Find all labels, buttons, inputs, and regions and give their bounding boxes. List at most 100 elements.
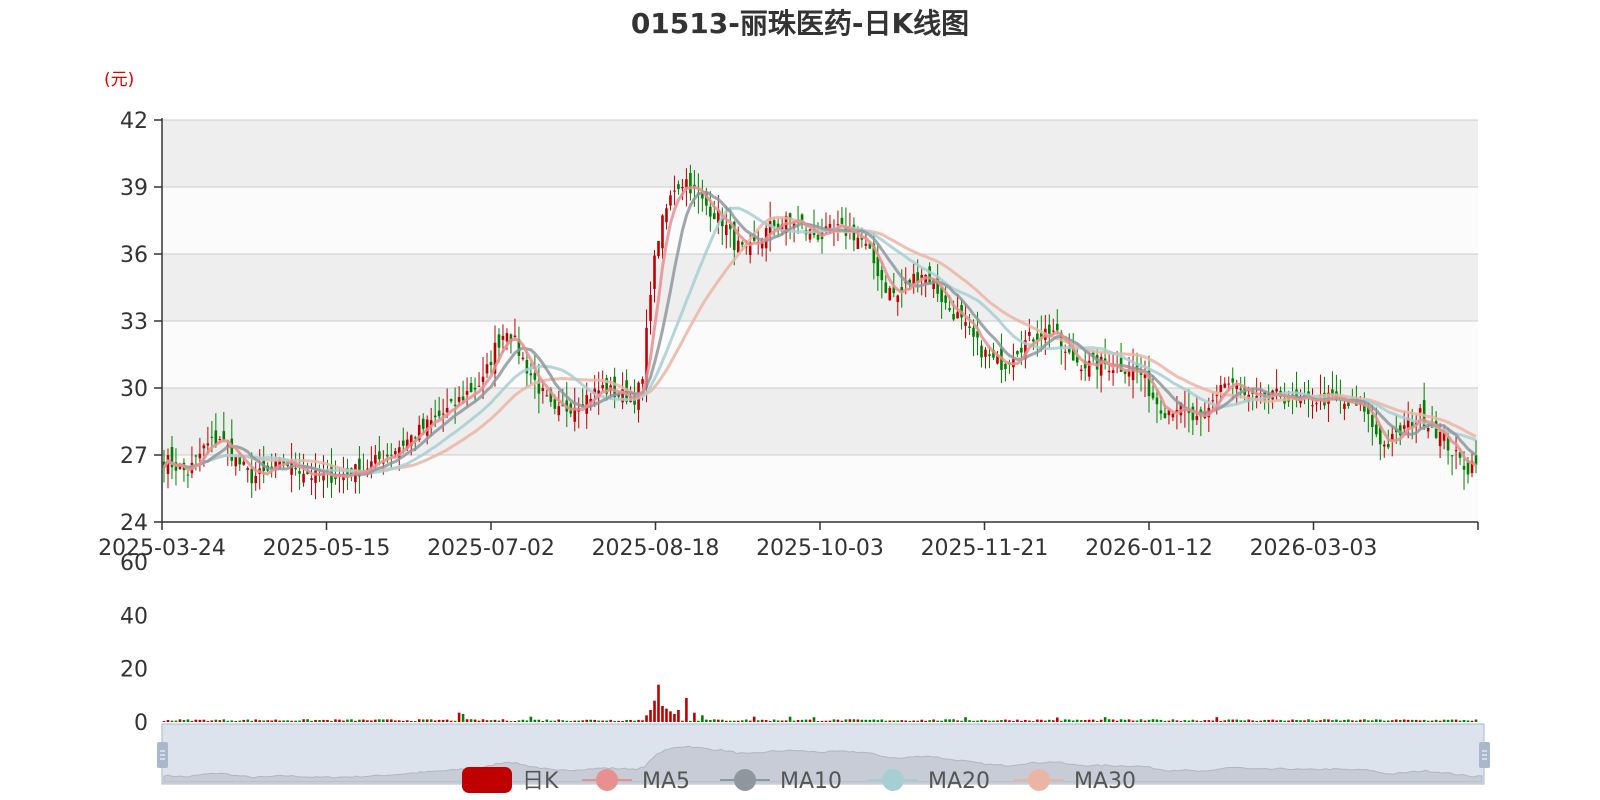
candle-body [928, 266, 931, 284]
volume-bar [689, 720, 692, 722]
candle-body [1402, 425, 1406, 429]
legend-symbol-candle [462, 767, 512, 793]
volume-bar [1299, 720, 1302, 722]
volume-bar [473, 719, 477, 722]
volume-bar [840, 720, 844, 722]
volume-bar [924, 720, 927, 722]
volume-bar [900, 720, 904, 722]
legend-label: MA5 [642, 769, 690, 794]
candle-body [1311, 405, 1314, 407]
candle-body [521, 357, 525, 360]
volume-bar [330, 720, 333, 722]
volume-bar [661, 706, 664, 722]
data-zoom-right-handle[interactable] [1479, 742, 1490, 768]
candle-body [481, 376, 485, 383]
candle-body [513, 335, 517, 338]
volume-bar [1402, 719, 1406, 722]
volume-bar [593, 719, 596, 722]
y-axis-unit: (元) [104, 70, 134, 90]
volume-bar [856, 719, 860, 722]
volume-bar [306, 719, 309, 722]
volume-bar [1024, 719, 1027, 722]
volume-tick-label: 40 [120, 604, 148, 629]
legend-item-ma30[interactable]: MA30 [1014, 769, 1136, 794]
volume-bar [816, 721, 820, 722]
volume-bar [780, 720, 784, 722]
legend-item-日k[interactable]: 日K [462, 767, 559, 794]
candle-body [298, 471, 301, 474]
volume-bar [362, 719, 365, 722]
candle-body [1426, 428, 1430, 432]
volume-bar [808, 719, 812, 722]
volume-bar [182, 719, 186, 722]
legend-item-ma10[interactable]: MA10 [720, 769, 842, 794]
candle-body [386, 454, 389, 457]
candle-body [242, 461, 246, 465]
legend-label: MA20 [928, 769, 990, 794]
volume-bar [884, 720, 888, 722]
candle-body [980, 345, 983, 358]
legend-item-ma20[interactable]: MA20 [868, 769, 990, 794]
candle-body [601, 385, 604, 389]
candle-body [677, 184, 680, 190]
volume-bar [1263, 719, 1266, 722]
volume-bar [956, 720, 959, 722]
volume-bar [964, 717, 967, 722]
candle-body [489, 361, 493, 366]
volume-bar [1103, 717, 1107, 722]
volume-bar [314, 719, 317, 722]
volume-bar [561, 720, 565, 722]
volume-bar [1155, 719, 1159, 722]
volume-bar [1450, 719, 1454, 722]
volume-bar [290, 720, 293, 722]
candle-body [968, 326, 971, 328]
legend-dot-symbol [1028, 769, 1050, 791]
volume-bar [992, 720, 995, 722]
volume-bar [433, 720, 437, 722]
volume-bar [1371, 720, 1374, 722]
volume-bar [366, 720, 369, 722]
volume-bar [1291, 719, 1294, 722]
candle-body [206, 443, 210, 446]
candle-body [222, 431, 226, 440]
candle-body [501, 335, 505, 340]
x-tick-label: 2025-10-03 [756, 536, 884, 561]
volume-bar [1394, 719, 1398, 722]
volume-bar [493, 719, 497, 722]
volume-bar [1063, 719, 1067, 722]
volume-bar [665, 708, 668, 722]
volume-bar [338, 719, 341, 722]
volume-bar [409, 720, 413, 722]
candle-body [545, 395, 549, 397]
volume-bar [988, 720, 991, 722]
volume-bar [481, 719, 485, 722]
volume-bar [1087, 719, 1091, 722]
volume-bar [238, 720, 242, 722]
volume-bar [509, 721, 513, 722]
volume-bar [637, 719, 640, 722]
volume-bar [860, 719, 864, 722]
volume-bar [1470, 720, 1474, 722]
candle-body [294, 467, 297, 470]
volume-bar [513, 720, 517, 722]
volume-tick-label: 20 [120, 658, 148, 683]
candle-body [1163, 413, 1167, 419]
background-band [162, 187, 1478, 254]
candle-body [896, 295, 900, 302]
volume-bar [573, 720, 577, 722]
volume-bar [609, 719, 612, 722]
candle-body [250, 468, 254, 484]
candle-body [709, 206, 712, 217]
volume-bar [1430, 720, 1434, 722]
candle-body [1450, 455, 1454, 457]
candle-body [1151, 392, 1155, 399]
legend-dot-symbol [734, 769, 756, 791]
volume-bar [1219, 720, 1223, 722]
kline-chart: 01513-丽珠医药-日K线图 (元) 24 27 30 33 36 39 42 2025-… [98, 7, 1490, 794]
volume-bar [848, 719, 852, 722]
volume-bar [485, 720, 489, 722]
volume-bar [1331, 720, 1334, 722]
candle-body [1382, 444, 1386, 447]
data-zoom-left-handle[interactable] [157, 742, 168, 768]
volume-bar [1032, 721, 1035, 722]
